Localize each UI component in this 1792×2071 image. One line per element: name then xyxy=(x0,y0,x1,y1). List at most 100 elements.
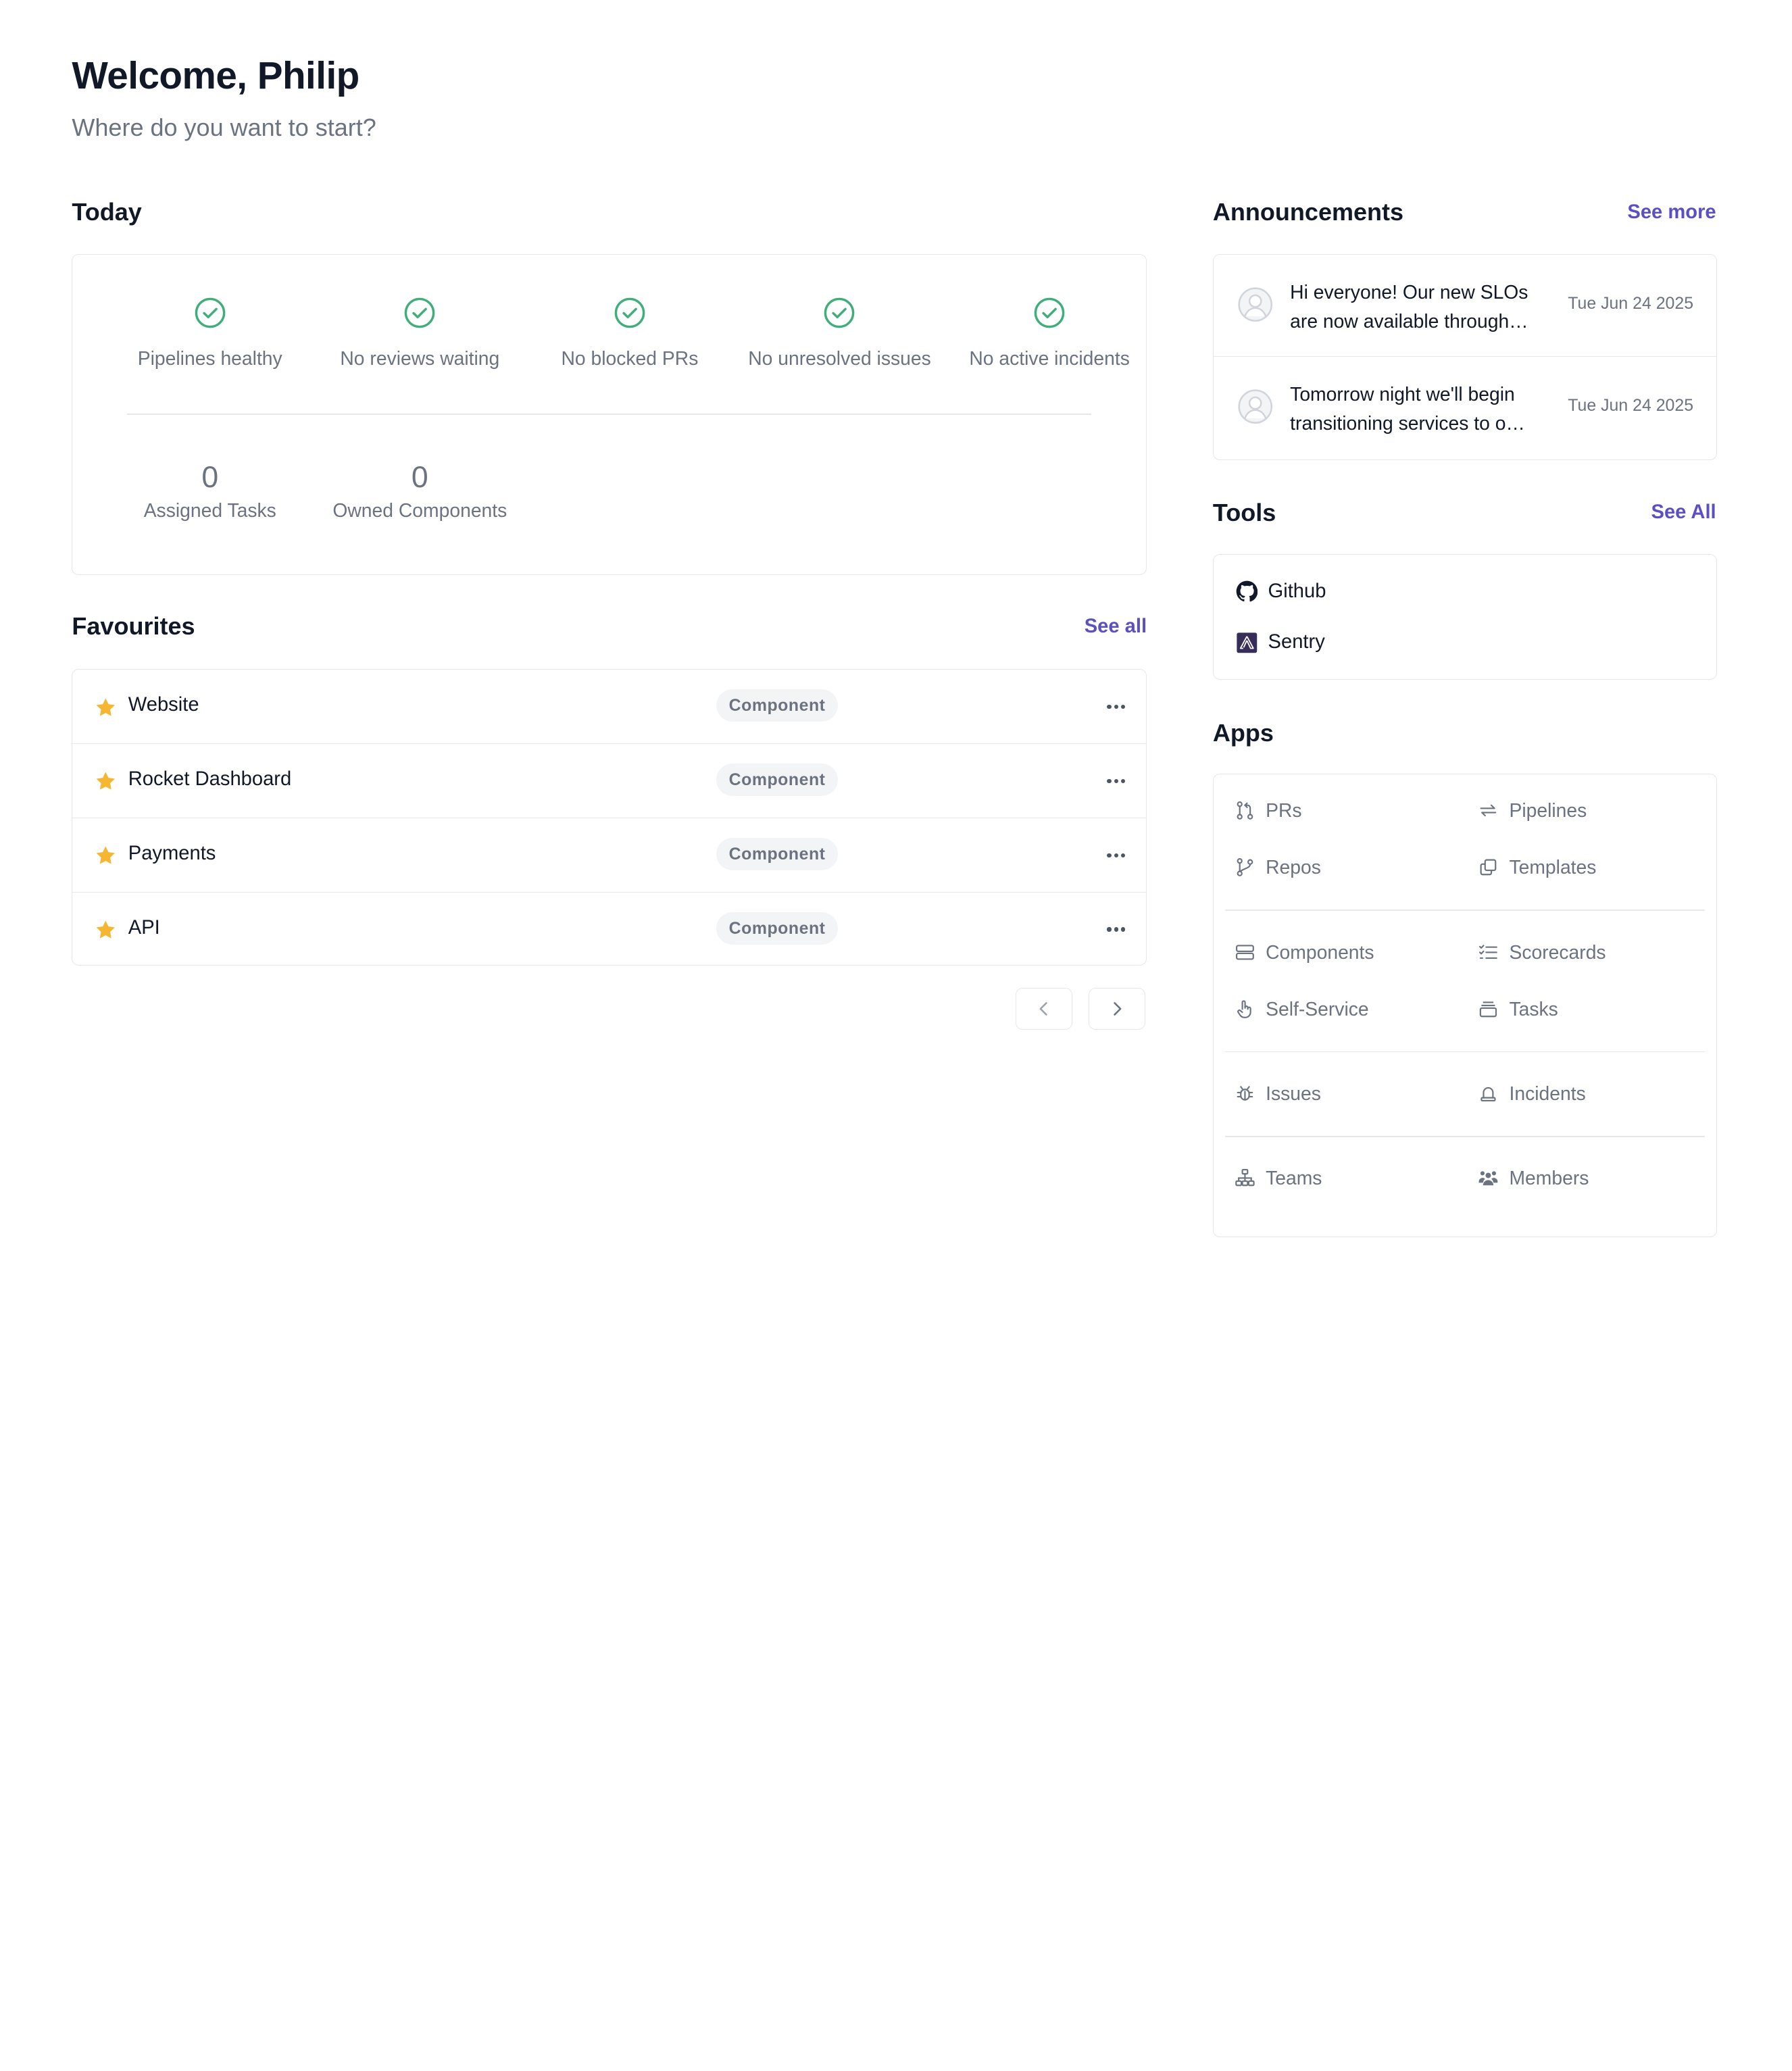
announcements-see-more-link[interactable]: See more xyxy=(1627,201,1716,224)
favourites-see-all-link[interactable]: See all xyxy=(1085,616,1147,638)
divider xyxy=(1225,1051,1706,1053)
page-subtitle: Where do you want to start? xyxy=(72,113,376,141)
org-chart-icon xyxy=(1235,1169,1255,1187)
type-badge: Component xyxy=(716,764,839,797)
type-badge: Component xyxy=(716,689,839,722)
chevron-left-icon xyxy=(1039,1002,1047,1016)
star-icon[interactable] xyxy=(95,770,117,793)
chevron-right-icon xyxy=(1114,1002,1122,1016)
stat-label: Assigned Tasks xyxy=(143,499,276,522)
favourite-name: API xyxy=(128,916,160,939)
announcement-text: Hi everyone! Our new SLOs are now availa… xyxy=(1290,281,1528,332)
avatar-icon xyxy=(1238,389,1272,424)
app-label: Tasks xyxy=(1509,997,1558,1020)
stat-assigned-tasks[interactable]: 0 Assigned Tasks xyxy=(105,461,315,522)
avatar-icon xyxy=(1238,287,1272,322)
app-prs[interactable]: PRs xyxy=(1235,799,1302,822)
check-circle-icon xyxy=(614,297,645,328)
announcement-text: Tomorrow night we'll begin transitioning… xyxy=(1290,383,1525,434)
status-row: Pipelines healthy No reviews waiting No … xyxy=(105,297,1155,370)
app-label: Self-Service xyxy=(1266,997,1369,1020)
apps-title: Apps xyxy=(1212,718,1274,747)
favourite-row[interactable]: Website Component xyxy=(72,670,1147,744)
stat-owned-components[interactable]: 0 Owned Components xyxy=(315,461,525,522)
app-label: Templates xyxy=(1509,856,1597,878)
divider xyxy=(1225,909,1706,912)
app-label: Incidents xyxy=(1509,1082,1586,1105)
today-card: Pipelines healthy No reviews waiting No … xyxy=(72,253,1147,576)
more-options-icon[interactable] xyxy=(1105,770,1128,793)
app-scorecards[interactable]: Scorecards xyxy=(1478,941,1606,964)
status-label: No blocked PRs xyxy=(561,347,699,370)
tool-github[interactable]: Github xyxy=(1236,580,1326,603)
star-icon[interactable] xyxy=(95,697,117,719)
page-header: Welcome, Philip Where do you want to sta… xyxy=(72,53,376,142)
app-label: Members xyxy=(1509,1167,1589,1189)
more-options-icon[interactable] xyxy=(1105,844,1128,867)
more-options-icon[interactable] xyxy=(1105,695,1128,718)
star-icon[interactable] xyxy=(95,919,117,941)
app-members[interactable]: Members xyxy=(1478,1167,1589,1189)
divider xyxy=(1225,1135,1706,1137)
status-label: No active incidents xyxy=(969,347,1130,370)
tool-sentry[interactable]: Sentry xyxy=(1236,631,1325,653)
users-icon xyxy=(1478,1171,1498,1186)
copy-icon xyxy=(1480,859,1497,876)
app-tasks[interactable]: Tasks xyxy=(1478,998,1558,1020)
favourite-row[interactable]: Rocket Dashboard Component xyxy=(72,744,1147,818)
app-incidents[interactable]: Incidents xyxy=(1478,1082,1586,1105)
github-icon xyxy=(1236,580,1258,602)
check-circle-icon xyxy=(405,297,435,328)
favourite-name: Rocket Dashboard xyxy=(128,768,292,790)
tray-icon xyxy=(1479,1001,1497,1018)
app-label: Repos xyxy=(1266,856,1321,878)
server-icon xyxy=(1235,945,1254,960)
announcement-item[interactable]: Hi everyone! Our new SLOs are now availa… xyxy=(1213,255,1717,357)
check-circle-icon xyxy=(1034,297,1065,328)
page-title: Welcome, Philip xyxy=(72,53,359,97)
favourites-header: Favourites See all xyxy=(72,612,1147,641)
stat-label: Owned Components xyxy=(332,499,507,522)
tools-see-all-link[interactable]: See All xyxy=(1651,501,1716,524)
tools-list: Github Sentry xyxy=(1212,554,1718,680)
app-templates[interactable]: Templates xyxy=(1478,856,1596,878)
app-self-service[interactable]: Self-Service xyxy=(1235,998,1369,1020)
checklist-icon xyxy=(1479,945,1498,959)
favourite-name: Payments xyxy=(128,842,216,864)
app-teams[interactable]: Teams xyxy=(1235,1167,1322,1189)
favourite-row[interactable]: API Component xyxy=(72,893,1146,967)
pull-request-icon xyxy=(1237,801,1253,820)
check-circle-icon xyxy=(824,297,855,328)
status-reviews: No reviews waiting xyxy=(315,297,525,370)
divider xyxy=(127,413,1092,415)
app-label: Scorecards xyxy=(1509,941,1606,963)
app-label: Issues xyxy=(1266,1082,1321,1105)
favourites-title: Favourites xyxy=(72,612,195,641)
app-label: Pipelines xyxy=(1509,799,1587,822)
today-title: Today xyxy=(72,198,142,226)
git-branch-icon xyxy=(1237,858,1253,877)
app-issues[interactable]: Issues xyxy=(1235,1082,1321,1105)
next-page-button[interactable] xyxy=(1089,988,1146,1030)
app-components[interactable]: Components xyxy=(1235,941,1374,964)
app-repos[interactable]: Repos xyxy=(1235,856,1321,878)
stat-value: 0 xyxy=(411,461,428,495)
type-badge: Component xyxy=(716,837,839,870)
status-incidents: No active incidents xyxy=(945,297,1155,370)
status-label: No unresolved issues xyxy=(748,347,931,370)
previous-page-button[interactable] xyxy=(1016,988,1073,1030)
announcements-title: Announcements xyxy=(1212,198,1404,226)
more-options-icon[interactable] xyxy=(1105,918,1128,941)
announcements-list: Hi everyone! Our new SLOs are now availa… xyxy=(1212,253,1718,461)
apps-grid: PRs Pipelines Repos Templates Components… xyxy=(1212,773,1718,1237)
check-circle-icon xyxy=(195,297,226,328)
announcement-item[interactable]: Tomorrow night we'll begin transitioning… xyxy=(1214,357,1716,460)
stat-row: 0 Assigned Tasks 0 Owned Components xyxy=(105,461,524,522)
status-pipelines: Pipelines healthy xyxy=(105,297,315,370)
pointer-hand-icon xyxy=(1237,1000,1251,1018)
announcements-header: Announcements See more xyxy=(1213,198,1716,226)
app-label: Components xyxy=(1266,941,1374,963)
star-icon[interactable] xyxy=(95,845,117,867)
app-pipelines[interactable]: Pipelines xyxy=(1478,799,1587,822)
favourite-row[interactable]: Payments Component xyxy=(72,818,1147,893)
